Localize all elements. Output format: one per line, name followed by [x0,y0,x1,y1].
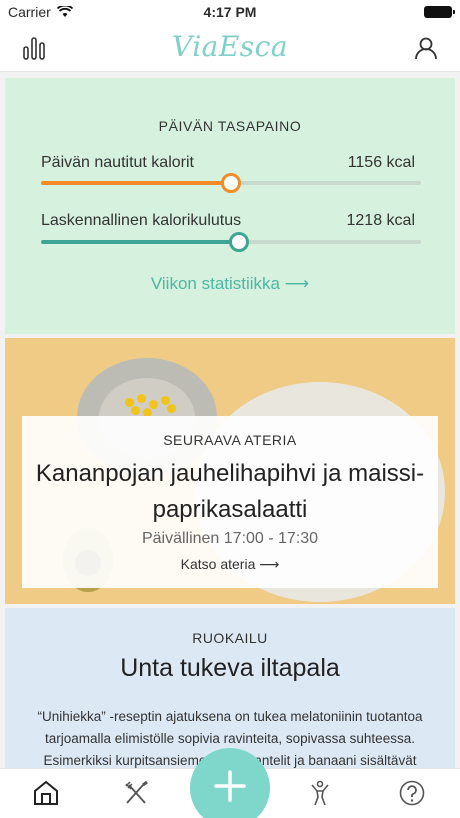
calories-eaten-fill [41,181,231,185]
food-article-title: Unta tukeva iltapala [120,654,340,682]
meal-photo-corn [137,394,146,403]
view-meal-link[interactable]: Katso ateria ⟶ [22,556,438,573]
help-icon [398,779,426,812]
meal-photo-corn [131,406,140,415]
weekly-statistics-link[interactable]: Viikon statistiikka ⟶ [5,274,455,294]
next-meal-time: Päivällinen 17:00 - 17:30 [141,530,319,547]
home-icon [32,779,60,812]
next-meal-card[interactable]: SEURAAVA ATERIA Kananpojan jauhelihapihv… [5,338,455,604]
daily-balance-card: PÄIVÄN TASAPAINO Päivän nautitut kalorit… [5,78,455,334]
tab-home[interactable] [28,777,64,813]
calories-burned-label: Laskennallinen kalorikulutus [41,212,242,229]
tab-exercise[interactable] [302,777,338,813]
next-meal-label: SEURAAVA ATERIA [163,432,297,448]
meal-photo-corn [149,400,158,409]
food-article-label: RUOKAILU [192,630,268,646]
user-icon[interactable] [412,34,440,62]
app-logo: ViaEsca [171,30,289,63]
food-article-card[interactable]: RUOKAILU Unta tukeva iltapala “Unihiekka… [5,608,455,768]
exercise-icon [306,779,334,812]
calories-eaten-label: Päivän nautitut kalorit [41,154,194,171]
next-meal-overlay: SEURAAVA ATERIA Kananpojan jauhelihapihv… [22,416,438,588]
meal-photo-corn [167,404,176,413]
balance-heading: PÄIVÄN TASAPAINO [158,118,302,134]
add-icon [213,769,247,808]
battery-icon [424,6,455,18]
calories-eaten-value: 1156 kcal [347,154,415,171]
fork-knife-icon [122,779,150,812]
status-bar: Carrier 4:17 PM [0,0,460,24]
tab-meals[interactable] [118,777,154,813]
calories-eaten-slider[interactable] [41,173,421,193]
next-meal-title: Kananpojan jauhelihapihvi ja maissi-papr… [35,460,425,523]
nav-bar: ViaEsca [0,24,460,72]
calories-burned-thumb[interactable] [228,232,249,252]
tab-help[interactable] [394,777,430,813]
calories-eaten-thumb[interactable] [221,173,241,193]
calories-burned-value: 1218 kcal [346,212,416,229]
calories-burned-fill [41,240,239,244]
add-button[interactable] [190,748,270,818]
calories-burned-slider[interactable] [41,232,421,252]
status-time: 4:17 PM [203,4,257,20]
